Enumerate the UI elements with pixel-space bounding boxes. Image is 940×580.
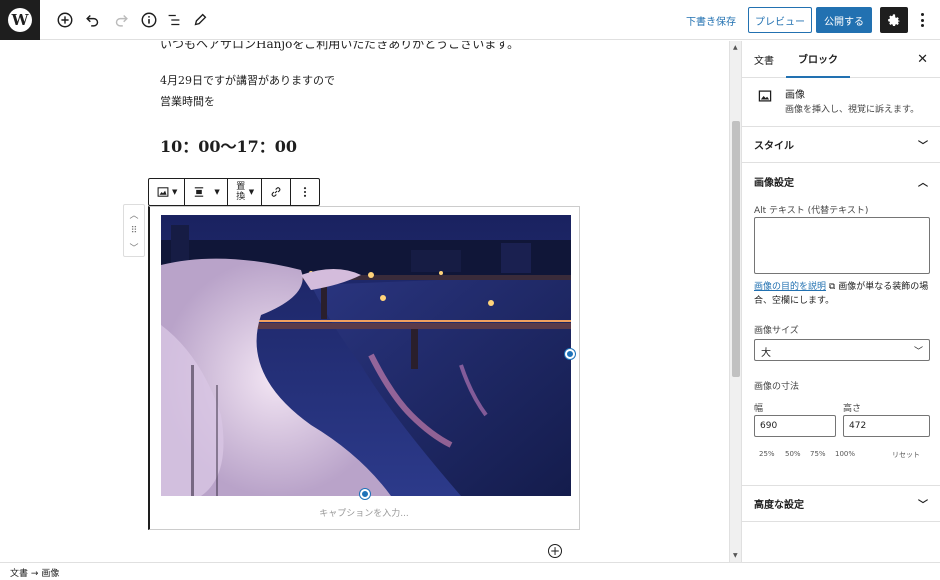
chevron-down-icon: ﹀	[918, 500, 928, 511]
image-size-select[interactable]: 大 ﹀	[754, 339, 930, 361]
external-link-icon: ⧉	[828, 282, 836, 292]
alt-text-help: 画像の目的を説明 ⧉ 画像が単なる装飾の場合、空欄にします。	[754, 280, 932, 308]
height-input[interactable]: 472	[843, 415, 930, 437]
breadcrumb: 文書 → 画像	[0, 562, 940, 580]
scale-75-button[interactable]: 75%	[810, 450, 826, 458]
move-down-icon[interactable]: ﹀	[129, 241, 138, 254]
publish-button[interactable]: 公開する	[816, 7, 872, 33]
replace-button[interactable]: 置換 ▼	[232, 179, 257, 205]
caret-down-icon: ▼	[172, 188, 178, 196]
image-icon	[157, 187, 169, 197]
add-block-icon[interactable]	[53, 8, 77, 32]
drag-handle-icon[interactable]: ⠿	[131, 226, 138, 236]
caret-down-icon: ▼	[214, 188, 220, 196]
alt-text-label: Alt テキスト (代替テキスト)	[754, 206, 869, 216]
align-button[interactable]: ▼	[189, 179, 222, 205]
reset-button[interactable]: リセット	[892, 450, 920, 460]
add-block-inline-icon[interactable]: +	[548, 544, 562, 558]
wordpress-logo-button[interactable]: W	[0, 0, 40, 40]
redo-icon[interactable]	[109, 8, 133, 32]
wordpress-logo-icon: W	[8, 8, 32, 32]
scale-50-button[interactable]: 50%	[785, 450, 801, 458]
chevron-down-icon: ﹀	[918, 141, 928, 152]
settings-sidebar: 文書 ブロック ✕ 画像 画像を挿入し、視覚に訴えます。 スタイル ﹀ 画像設定…	[741, 41, 940, 562]
scale-25-button[interactable]: 25%	[759, 450, 775, 458]
scroll-up-icon[interactable]: ▲	[733, 44, 738, 51]
image-size-value: 大	[761, 348, 771, 359]
chevron-up-icon: ︿	[918, 177, 928, 189]
block-card-description: 画像を挿入し、視覚に訴えます。	[785, 105, 920, 115]
gear-icon	[888, 14, 900, 26]
more-options-icon[interactable]	[914, 10, 930, 30]
alt-text-input[interactable]	[754, 217, 930, 274]
link-button[interactable]	[266, 179, 286, 205]
alt-purpose-link[interactable]: 画像の目的を説明	[754, 282, 826, 292]
paragraph-line1[interactable]: 4月29日ですが講習がありますので	[160, 72, 335, 88]
block-type-button[interactable]: ▼	[153, 179, 180, 205]
sidebar-tabs: 文書 ブロック ✕	[742, 41, 940, 78]
scroll-down-icon[interactable]: ▼	[733, 552, 738, 559]
replace-label: 置換	[236, 182, 246, 202]
scale-100-button[interactable]: 100%	[835, 450, 855, 458]
list-view-icon[interactable]	[162, 8, 186, 32]
panel-style-title: スタイル	[754, 141, 794, 152]
panel-advanced-toggle[interactable]: 高度な設定 ﹀	[742, 486, 940, 522]
block-more-options-icon[interactable]	[295, 179, 315, 205]
paragraph-line2[interactable]: 営業時間を	[160, 93, 215, 109]
breadcrumb-arrow: →	[30, 569, 39, 579]
block-card: 画像 画像を挿入し、視覚に訴えます。	[742, 78, 940, 127]
paragraph-hours[interactable]: 10：00〜17：00	[160, 133, 297, 157]
editor-scrollbar[interactable]: ▲ ▼	[729, 41, 741, 562]
block-card-title: 画像	[785, 90, 805, 101]
image-size-label: 画像サイズ	[754, 326, 799, 336]
image-settings-body: Alt テキスト (代替テキスト) 画像の目的を説明 ⧉ 画像が単なる装飾の場合…	[742, 199, 940, 486]
panel-image-settings-toggle[interactable]: 画像設定 ︿	[742, 163, 940, 199]
caption-input[interactable]: キャプションを入力...	[148, 506, 580, 519]
image-icon	[758, 90, 772, 102]
caret-down-icon: ▼	[248, 188, 255, 196]
link-icon	[271, 187, 281, 197]
breadcrumb-root[interactable]: 文書	[10, 569, 28, 579]
image-dimensions-label: 画像の寸法	[754, 382, 800, 392]
width-input[interactable]: 690	[754, 415, 836, 437]
save-draft-button[interactable]: 下書き保存	[686, 13, 736, 28]
breadcrumb-current[interactable]: 画像	[41, 569, 59, 579]
edit-tools-icon[interactable]	[188, 8, 212, 32]
night-cherry-blossom-photo[interactable]	[161, 215, 571, 496]
editor-canvas: いつもヘアサロンHanjoをご利用いただきありがとうございます。 4月29日です…	[0, 41, 728, 562]
tab-document[interactable]: 文書	[742, 41, 786, 78]
resize-handle-right[interactable]	[565, 349, 575, 359]
move-up-icon[interactable]: ︿	[129, 208, 138, 221]
scroll-thumb[interactable]	[732, 121, 740, 377]
top-toolbar: W 下書き保存 プレビュー 公開する	[0, 0, 940, 40]
panel-advanced-title: 高度な設定	[754, 500, 804, 511]
block-toolbar: ▼ ▼ 置換 ▼	[148, 178, 321, 206]
image-block[interactable]	[148, 206, 580, 530]
preview-button[interactable]: プレビュー	[748, 7, 812, 33]
undo-icon[interactable]	[81, 8, 105, 32]
height-label: 高さ	[843, 404, 862, 414]
chevron-down-icon: ﹀	[913, 347, 923, 357]
width-label: 幅	[754, 404, 764, 414]
paragraph-greeting[interactable]: いつもヘアサロンHanjoをご利用いただきありがとうございます。	[160, 41, 519, 52]
close-icon[interactable]: ✕	[917, 52, 928, 67]
block-mover: ︿ ⠿ ﹀	[123, 204, 145, 257]
tab-block[interactable]: ブロック	[786, 41, 850, 78]
panel-image-settings-title: 画像設定	[754, 177, 794, 189]
resize-handle-bottom[interactable]	[360, 489, 370, 499]
settings-button[interactable]	[880, 7, 908, 33]
panel-style-toggle[interactable]: スタイル ﹀	[742, 127, 940, 163]
align-center-icon	[195, 187, 204, 197]
info-icon[interactable]	[137, 8, 161, 32]
